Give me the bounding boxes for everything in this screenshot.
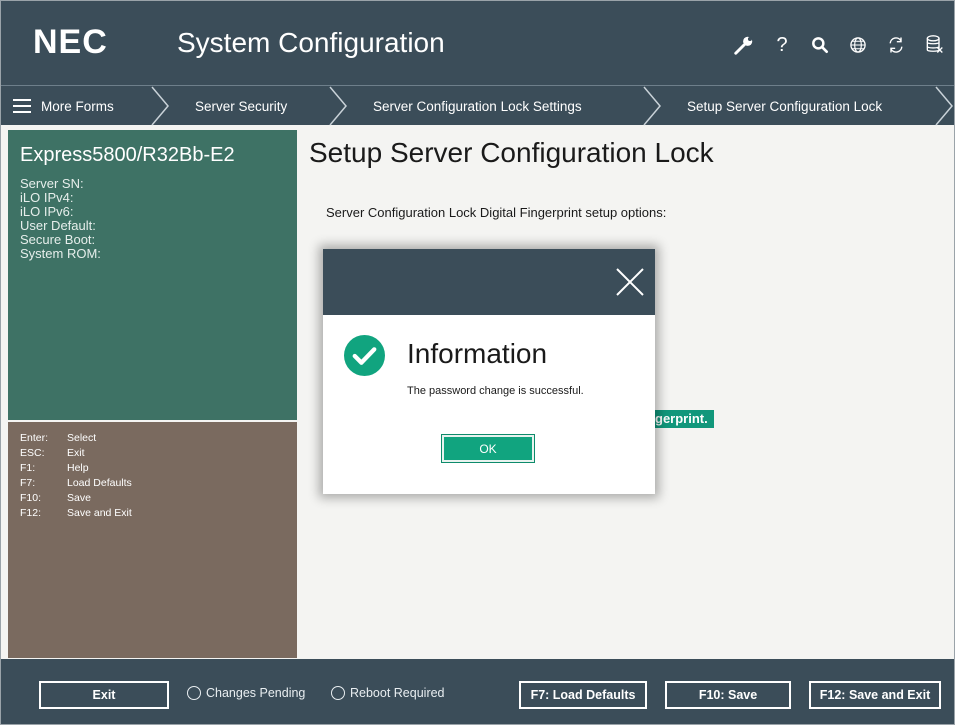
save-and-exit-button[interactable]: F12: Save and Exit [809, 681, 941, 709]
breadcrumb-separator-icon [643, 86, 661, 126]
key-help-row: F1: Help [20, 461, 132, 476]
key-action: Select [67, 432, 97, 444]
secure-boot-label: Secure Boot: [20, 232, 96, 247]
header-bar: NEC System Configuration ? [1, 1, 954, 85]
screen: NEC System Configuration ? More Forms Se… [0, 0, 955, 725]
breadcrumb-item-server-security[interactable]: Server Security [195, 86, 287, 126]
key-name: F12: [20, 507, 42, 519]
key-action: Help [67, 462, 89, 474]
key-name: F7: [20, 477, 36, 489]
success-check-icon [344, 335, 385, 376]
header-toolbar: ? [730, 31, 948, 59]
dialog-message: The password change is successful. [407, 385, 584, 397]
key-help-row: Enter: Select [20, 431, 132, 446]
breadcrumb: More Forms Server Security Server Config… [1, 85, 954, 126]
key-action: Save [67, 492, 91, 504]
breadcrumb-separator-icon [329, 86, 347, 126]
changes-pending-radio-icon [187, 686, 201, 700]
key-name: F1: [20, 462, 36, 474]
system-info-list: Server SN: iLO IPv4: iLO IPv6: User Defa… [20, 177, 101, 261]
reboot-required-radio-icon [331, 686, 345, 700]
key-help-row: F12: Save and Exit [20, 506, 132, 521]
ilo-ipv4-label: iLO IPv4: [20, 190, 74, 205]
key-help-row: F7: Load Defaults [20, 476, 132, 491]
key-name: Enter: [20, 432, 49, 444]
more-forms-label: More Forms [41, 98, 114, 114]
dialog-header [323, 249, 655, 315]
app-title: System Configuration [177, 27, 445, 58]
close-icon[interactable] [615, 267, 645, 297]
ok-button[interactable]: OK [441, 434, 535, 463]
help-icon[interactable]: ? [768, 31, 796, 59]
system-rom-label: System ROM: [20, 246, 101, 261]
server-model: Express5800/R32Bb-E2 [20, 144, 235, 166]
reboot-required-indicator: Reboot Required [331, 686, 445, 700]
wrench-icon[interactable] [730, 31, 758, 59]
key-name: ESC: [20, 447, 45, 459]
search-icon[interactable] [806, 31, 834, 59]
save-button[interactable]: F10: Save [665, 681, 791, 709]
reboot-required-label: Reboot Required [350, 686, 445, 700]
refresh-icon[interactable] [882, 31, 910, 59]
user-default-label: User Default: [20, 218, 96, 233]
hamburger-menu-icon [13, 99, 31, 113]
server-sn-label: Server SN: [20, 176, 84, 191]
ilo-ipv6-label: iLO IPv6: [20, 204, 74, 219]
breadcrumb-item-lock-settings[interactable]: Server Configuration Lock Settings [373, 86, 582, 126]
exit-button[interactable]: Exit [39, 681, 169, 709]
setup-options-heading: Server Configuration Lock Digital Finger… [326, 205, 667, 220]
footer-bar: Exit Changes Pending Reboot Required F7:… [1, 659, 954, 724]
breadcrumb-item-setup-lock[interactable]: Setup Server Configuration Lock [687, 86, 882, 126]
information-dialog: Information The password change is succe… [323, 249, 655, 494]
database-icon[interactable] [920, 31, 948, 59]
breadcrumb-separator-icon [151, 86, 169, 126]
key-action: Save and Exit [67, 507, 132, 519]
system-info-panel: Express5800/R32Bb-E2 Server SN: iLO IPv4… [8, 130, 297, 420]
globe-icon[interactable] [844, 31, 872, 59]
fingerprint-option[interactable]: gerprint. [649, 410, 714, 428]
page-title: Setup Server Configuration Lock [309, 137, 714, 168]
key-help-row: ESC: Exit [20, 446, 132, 461]
changes-pending-indicator: Changes Pending [187, 686, 305, 700]
more-forms-menu[interactable]: More Forms [13, 86, 114, 126]
key-name: F10: [20, 492, 42, 504]
key-help-row: F10: Save [20, 491, 132, 506]
breadcrumb-separator-icon [935, 86, 953, 126]
changes-pending-label: Changes Pending [206, 686, 306, 700]
load-defaults-button[interactable]: F7: Load Defaults [519, 681, 647, 709]
key-help-panel: Enter: Select ESC: Exit F1: Help F7: Load De… [8, 422, 297, 658]
dialog-title: Information [407, 338, 548, 369]
key-action: Load Defaults [67, 477, 132, 489]
key-action: Exit [67, 447, 85, 459]
key-help-list: Enter: Select ESC: Exit F1: Help F7: Load De… [20, 431, 132, 521]
nec-logo: NEC [33, 23, 108, 61]
